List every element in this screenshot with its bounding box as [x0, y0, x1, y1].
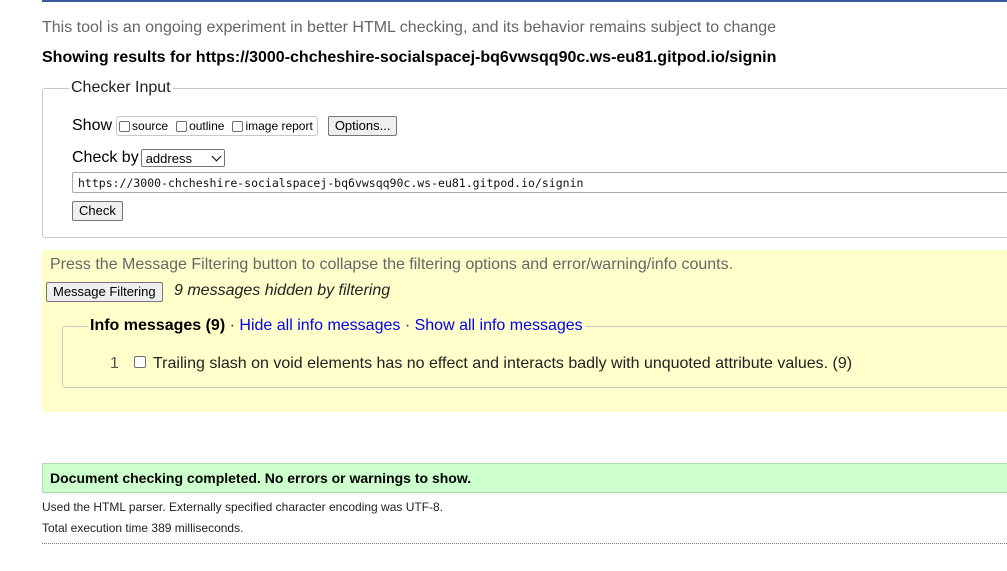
- info-messages-title: Info messages (9): [90, 317, 226, 334]
- message-filtering-button[interactable]: Message Filtering: [46, 282, 163, 302]
- info-messages-legend: Info messages (9) · Hide all info messag…: [88, 317, 585, 335]
- parser-note: Used the HTML parser. Externally specifi…: [42, 500, 444, 514]
- experiment-note: This tool is an ongoing experiment in be…: [42, 19, 777, 36]
- checker-input-legend: Checker Input: [69, 79, 173, 97]
- execution-time: Total execution time 389 milliseconds.: [42, 521, 244, 535]
- options-button[interactable]: Options...: [327, 116, 398, 136]
- message-text: Trailing slash on void elements has no e…: [153, 355, 853, 372]
- hide-all-info-link[interactable]: Hide all info messages: [239, 317, 400, 334]
- check-by-row: Check by address: [72, 149, 225, 167]
- hidden-messages-count: 9 messages hidden by filtering: [174, 282, 391, 299]
- url-input[interactable]: https://3000-chcheshire-socialspacej-bq6…: [72, 172, 1007, 193]
- show-image-report-option[interactable]: image report: [232, 119, 313, 133]
- results-heading: Showing results for https://3000-chchesh…: [42, 49, 777, 66]
- check-by-label: Check by: [72, 149, 139, 166]
- show-outline-checkbox[interactable]: [176, 121, 188, 132]
- info-message-item: 1 Trailing slash on void elements has no…: [110, 355, 852, 373]
- show-options-group: source outline image report: [116, 116, 318, 136]
- show-label: Show: [72, 117, 113, 134]
- filtering-note: Press the Message Filtering button to co…: [50, 256, 734, 273]
- show-source-checkbox[interactable]: [119, 121, 131, 132]
- check-by-select[interactable]: address: [140, 149, 225, 167]
- message-number: 1: [110, 355, 119, 372]
- validator-results-page: This tool is an ongoing experiment in be…: [0, 0, 1007, 571]
- chevron-down-icon: [211, 151, 222, 161]
- show-source-label: source: [132, 119, 169, 133]
- show-source-option[interactable]: source: [119, 119, 168, 133]
- show-options-row: Show source outline image report Options…: [72, 116, 398, 136]
- check-by-value: address: [145, 150, 192, 166]
- footer-divider: [42, 543, 1007, 544]
- message-filter-checkbox[interactable]: [134, 356, 146, 368]
- success-message: Document checking completed. No errors o…: [50, 470, 472, 486]
- show-image-report-label: image report: [245, 119, 313, 133]
- show-outline-label: outline: [189, 119, 225, 133]
- header-border: [42, 0, 1007, 2]
- show-all-info-link[interactable]: Show all info messages: [415, 317, 583, 334]
- show-image-report-checkbox[interactable]: [232, 121, 244, 132]
- show-outline-option[interactable]: outline: [176, 119, 224, 133]
- check-button[interactable]: Check: [72, 201, 123, 221]
- legend-separator: ·: [404, 317, 411, 334]
- legend-separator: ·: [229, 317, 235, 334]
